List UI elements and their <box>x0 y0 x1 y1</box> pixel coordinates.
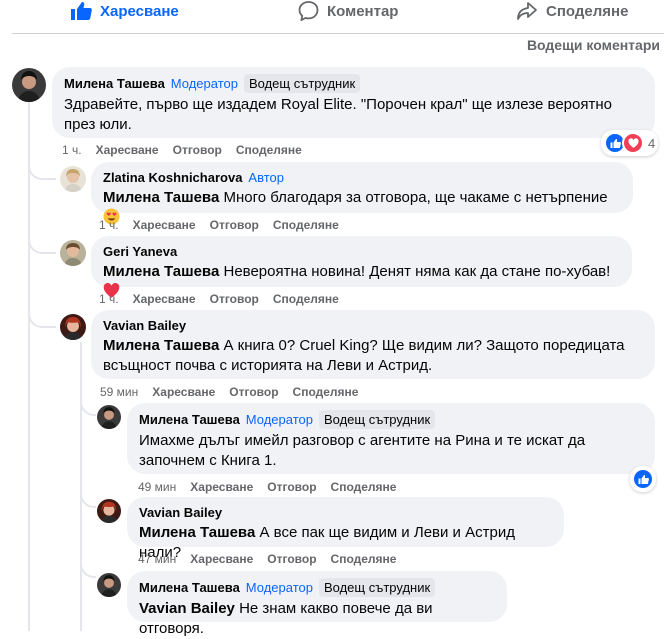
reply-connector <box>28 234 56 254</box>
like-action-label: Харесване <box>100 2 179 20</box>
avatar[interactable] <box>12 68 46 102</box>
avatar[interactable] <box>60 314 86 340</box>
avatar[interactable] <box>60 240 86 266</box>
like-comment-button[interactable]: Харесване <box>190 552 253 566</box>
mention-link[interactable]: Милена Ташева <box>139 524 255 541</box>
share-comment-button[interactable]: Споделяне <box>293 385 359 399</box>
author-tag: Автор <box>248 170 284 185</box>
share-comment-button[interactable]: Споделяне <box>236 143 302 157</box>
reaction-summary[interactable]: 4 <box>601 130 659 156</box>
like-comment-button[interactable]: Харесване <box>152 385 215 399</box>
share-comment-button[interactable]: Споделяне <box>331 552 397 566</box>
comment-icon <box>298 1 319 21</box>
like-comment-button[interactable]: Харесване <box>190 480 253 494</box>
action-divider <box>12 33 664 34</box>
top-contributor-badge: Водещ сътрудник <box>243 74 361 93</box>
comment-time[interactable]: 1 ч. <box>99 218 119 232</box>
comment-author[interactable]: Vavian Bailey <box>139 504 222 521</box>
reaction-summary[interactable] <box>630 466 656 492</box>
avatar[interactable] <box>97 573 121 597</box>
comment-author[interactable]: Милена Ташева <box>139 411 240 428</box>
reply-connector <box>80 558 96 578</box>
comment-text: Имахме дълъг имейл разговор с агентите н… <box>139 432 586 469</box>
reaction-count: 4 <box>648 135 656 151</box>
reply-connector <box>80 488 96 508</box>
reply-button[interactable]: Отговор <box>229 385 278 399</box>
moderator-tag: Модератор <box>245 412 313 427</box>
top-contributor-badge: Водещ сътрудник <box>318 578 436 597</box>
reply-bubble: Милена Ташева Модератор Водещ сътрудник … <box>127 403 655 474</box>
mention-link[interactable]: Милена Ташева <box>103 189 219 206</box>
thread-line <box>80 342 82 631</box>
reply-button[interactable]: Отговор <box>267 552 316 566</box>
reply-connector <box>28 308 56 328</box>
avatar[interactable] <box>60 166 86 192</box>
love-reaction-icon <box>622 132 644 154</box>
reply-bubble: Vavian Bailey Милена Ташева А все пак ще… <box>127 497 564 561</box>
moderator-tag: Модератор <box>170 76 238 91</box>
reply-connector <box>28 160 56 180</box>
share-comment-button[interactable]: Споделяне <box>331 480 397 494</box>
moderator-tag: Модератор <box>245 580 313 595</box>
reply-button[interactable]: Отговор <box>210 218 259 232</box>
comment-meta: 1 ч. Харесване Отговор Споделяне <box>99 218 339 232</box>
sort-comments-button[interactable]: Водещи коментари <box>527 37 660 53</box>
reply-bubble: Милена Ташева Модератор Водещ сътрудник … <box>127 571 507 637</box>
comment-time[interactable]: 59 мин <box>100 385 138 399</box>
reply-button[interactable]: Отговор <box>210 292 259 306</box>
comment-meta: 1 ч. Харесване Отговор Споделяне <box>62 143 302 157</box>
like-comment-button[interactable]: Харесване <box>133 218 196 232</box>
top-contributor-badge: Водещ сътрудник <box>318 410 436 429</box>
reply-bubble: Zlatina Koshnicharova Автор Милена Ташев… <box>91 162 633 225</box>
share-icon <box>516 1 538 21</box>
comment-meta: 47 мин Харесване Отговор Споделяне <box>138 552 396 566</box>
share-action-button[interactable]: Споделяне <box>516 0 628 22</box>
comment-text: Здравейте, първо ще издадем Royal Elite.… <box>64 96 612 133</box>
reply-connector <box>80 396 96 416</box>
mention-link[interactable]: Vavian Bailey <box>139 600 235 617</box>
comment-meta: 59 мин Харесване Отговор Споделяне <box>100 385 358 399</box>
avatar[interactable] <box>97 405 121 429</box>
thread-line <box>28 102 30 631</box>
comment-author[interactable]: Geri Yaneva <box>103 243 177 260</box>
comment-author[interactable]: Zlatina Koshnicharova <box>103 169 242 186</box>
reply-bubble: Vavian Bailey Милена Ташева А книга 0? C… <box>91 310 655 379</box>
mention-link[interactable]: Милена Ташева <box>103 337 219 354</box>
comment-meta: 49 мин Харесване Отговор Споделяне <box>138 480 396 494</box>
comment-action-button[interactable]: Коментар <box>298 0 398 22</box>
comment-time[interactable]: 1 ч. <box>62 143 82 157</box>
comment-time[interactable]: 49 мин <box>138 480 176 494</box>
share-comment-button[interactable]: Споделяне <box>273 292 339 306</box>
comment-author[interactable]: Милена Ташева <box>139 579 240 596</box>
like-reaction-icon <box>632 468 654 490</box>
comment-author[interactable]: Милена Ташева <box>64 75 165 92</box>
comment-meta: 1 ч. Харесване Отговор Споделяне <box>99 292 339 306</box>
thumbs-up-icon <box>70 1 92 21</box>
share-action-label: Споделяне <box>546 2 629 20</box>
mention-link[interactable]: Милена Ташева <box>103 263 219 280</box>
comment-action-label: Коментар <box>327 2 399 20</box>
like-comment-button[interactable]: Харесване <box>133 292 196 306</box>
comment-time[interactable]: 1 ч. <box>99 292 119 306</box>
comment-bubble: Милена Ташева Модератор Водещ сътрудник … <box>52 67 655 138</box>
comment-text: Невероятна новина! Денят няма как да ста… <box>223 263 611 280</box>
comment-time[interactable]: 47 мин <box>138 552 176 566</box>
reply-button[interactable]: Отговор <box>267 480 316 494</box>
avatar[interactable] <box>97 499 121 523</box>
share-comment-button[interactable]: Споделяне <box>273 218 339 232</box>
reply-bubble: Geri Yaneva Милена Ташева Невероятна нов… <box>91 236 632 298</box>
reply-button[interactable]: Отговор <box>173 143 222 157</box>
comment-author[interactable]: Vavian Bailey <box>103 317 186 334</box>
like-comment-button[interactable]: Харесване <box>96 143 159 157</box>
comment-text: Много благодаря за отговора, ще чакаме с… <box>223 189 608 206</box>
like-action-button[interactable]: Харесване <box>70 0 179 22</box>
